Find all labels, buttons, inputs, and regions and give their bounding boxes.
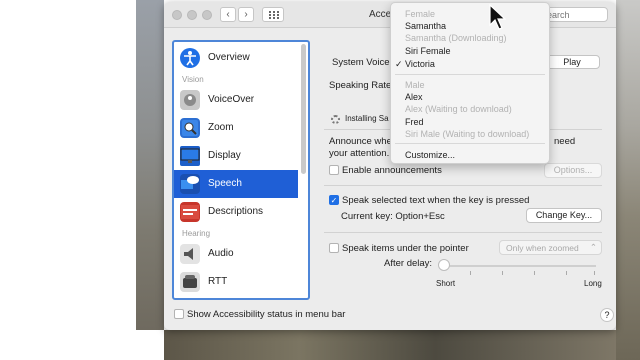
menu-item-siri-female[interactable]: Siri Female: [405, 46, 451, 56]
desktop-left-area: [0, 0, 136, 360]
accessibility-icon: [180, 48, 200, 68]
slider-tick: [502, 271, 503, 275]
display-icon: [180, 146, 200, 166]
menu-item-alex-waiting: Alex (Waiting to download): [405, 104, 512, 114]
slider-tick: [470, 271, 471, 275]
mouse-cursor-icon: [489, 4, 506, 30]
sidebar-item-speech[interactable]: Speech: [174, 170, 298, 198]
chevron-left-icon: ‹: [226, 9, 230, 20]
menu-header-male: Male: [405, 80, 425, 90]
play-button[interactable]: Play: [544, 55, 600, 69]
menu-item-fred[interactable]: Fred: [405, 117, 424, 127]
forward-button[interactable]: ›: [238, 7, 254, 22]
checkmark-icon: ✓: [330, 196, 338, 205]
menu-item-victoria[interactable]: Victoria: [405, 59, 435, 69]
slider-tick: [534, 271, 535, 275]
sidebar-item-rtt[interactable]: RTT: [174, 268, 298, 296]
show-all-button[interactable]: [262, 7, 284, 22]
slider-tick: [566, 271, 567, 275]
chevron-right-icon: ›: [244, 9, 248, 20]
zoom-icon: [180, 118, 200, 138]
divider: [324, 232, 602, 233]
sidebar-item-label: VoiceOver: [208, 94, 255, 105]
sidebar-item-audio[interactable]: Audio: [174, 240, 298, 268]
menu-separator: [395, 143, 545, 144]
slider-short-label: Short: [436, 279, 456, 288]
sidebar: Overview Vision VoiceOver Zoom Display S: [172, 40, 310, 300]
voice-menu: Female Samantha Samantha (Downloading) S…: [390, 2, 550, 164]
desktop-wallpaper: [136, 0, 164, 330]
enable-announcements-label: Enable announcements: [342, 165, 442, 176]
speak-pointer-checkbox[interactable]: [329, 243, 339, 253]
descriptions-icon: [180, 202, 200, 222]
menu-item-siri-male-waiting: Siri Male (Waiting to download): [405, 129, 530, 139]
slider-long-label: Long: [584, 279, 602, 288]
close-window-button[interactable]: [172, 10, 182, 20]
desktop-wallpaper-bottom: [164, 330, 616, 360]
sidebar-item-zoom[interactable]: Zoom: [174, 114, 298, 142]
menu-item-samantha-downloading: Samantha (Downloading): [405, 33, 507, 43]
sidebar-item-display[interactable]: Display: [174, 142, 298, 170]
system-voice-label: System Voice: [332, 57, 390, 68]
voiceover-icon: [180, 90, 200, 110]
delay-slider-track[interactable]: [444, 265, 596, 267]
installing-status: Installing Sa: [345, 114, 389, 123]
sidebar-item-label: Speech: [208, 178, 242, 189]
sidebar-item-label: RTT: [208, 276, 228, 287]
show-status-label: Show Accessibility status in menu bar: [187, 309, 346, 320]
current-key-label: Current key: Option+Esc: [341, 211, 445, 222]
pointer-mode-value: Only when zoomed: [506, 243, 579, 253]
section-label-hearing: Hearing: [182, 229, 211, 238]
desktop-wallpaper-right: [616, 0, 640, 360]
delay-slider-knob[interactable]: [438, 259, 450, 271]
chevron-updown-icon: ⌃: [589, 242, 597, 252]
zoom-window-button[interactable]: [202, 10, 212, 20]
sidebar-item-label: Audio: [208, 248, 234, 259]
pointer-mode-select[interactable]: Only when zoomed ⌃: [499, 240, 602, 255]
speak-selected-checkbox[interactable]: ✓: [329, 195, 339, 205]
announce-description-end: need: [554, 136, 576, 147]
sidebar-item-overview[interactable]: Overview: [174, 44, 298, 72]
sidebar-item-label: Display: [208, 150, 241, 161]
sidebar-scrollbar[interactable]: [301, 44, 306, 174]
show-status-checkbox[interactable]: [174, 309, 184, 319]
minimize-window-button[interactable]: [187, 10, 197, 20]
enable-announcements-checkbox[interactable]: [329, 165, 339, 175]
speak-selected-label: Speak selected text when the key is pres…: [342, 195, 530, 206]
sidebar-item-label: Overview: [208, 52, 250, 63]
speaking-rate-label: Speaking Rate: [329, 80, 392, 91]
sidebar-item-descriptions[interactable]: Descriptions: [174, 198, 298, 226]
menu-item-samantha[interactable]: Samantha: [405, 21, 446, 31]
divider: [324, 185, 602, 186]
speaker-icon: [180, 244, 200, 264]
after-delay-label: After delay:: [384, 258, 433, 269]
sidebar-item-voiceover[interactable]: VoiceOver: [174, 86, 298, 114]
section-label-vision: Vision: [182, 75, 204, 84]
menu-item-alex[interactable]: Alex: [405, 92, 423, 102]
speech-icon: [180, 174, 200, 194]
speak-pointer-label: Speak items under the pointer: [342, 243, 469, 254]
sidebar-item-label: Zoom: [208, 122, 234, 133]
menu-header-female: Female: [405, 9, 436, 19]
sidebar-item-label: Descriptions: [208, 206, 264, 217]
loading-spinner-icon: [331, 115, 340, 124]
announce-description: Announce whe: [329, 136, 392, 147]
menu-separator: [395, 74, 545, 75]
change-key-button[interactable]: Change Key...: [526, 208, 602, 223]
announce-description-2: your attention.: [329, 148, 390, 159]
menu-item-customize[interactable]: Customize...: [405, 150, 455, 160]
options-button[interactable]: Options...: [544, 163, 602, 178]
slider-tick: [594, 271, 595, 275]
checkmark-icon: ✓: [395, 59, 403, 69]
back-button[interactable]: ‹: [220, 7, 236, 22]
phone-icon: [180, 272, 200, 292]
help-button[interactable]: ?: [600, 308, 614, 322]
